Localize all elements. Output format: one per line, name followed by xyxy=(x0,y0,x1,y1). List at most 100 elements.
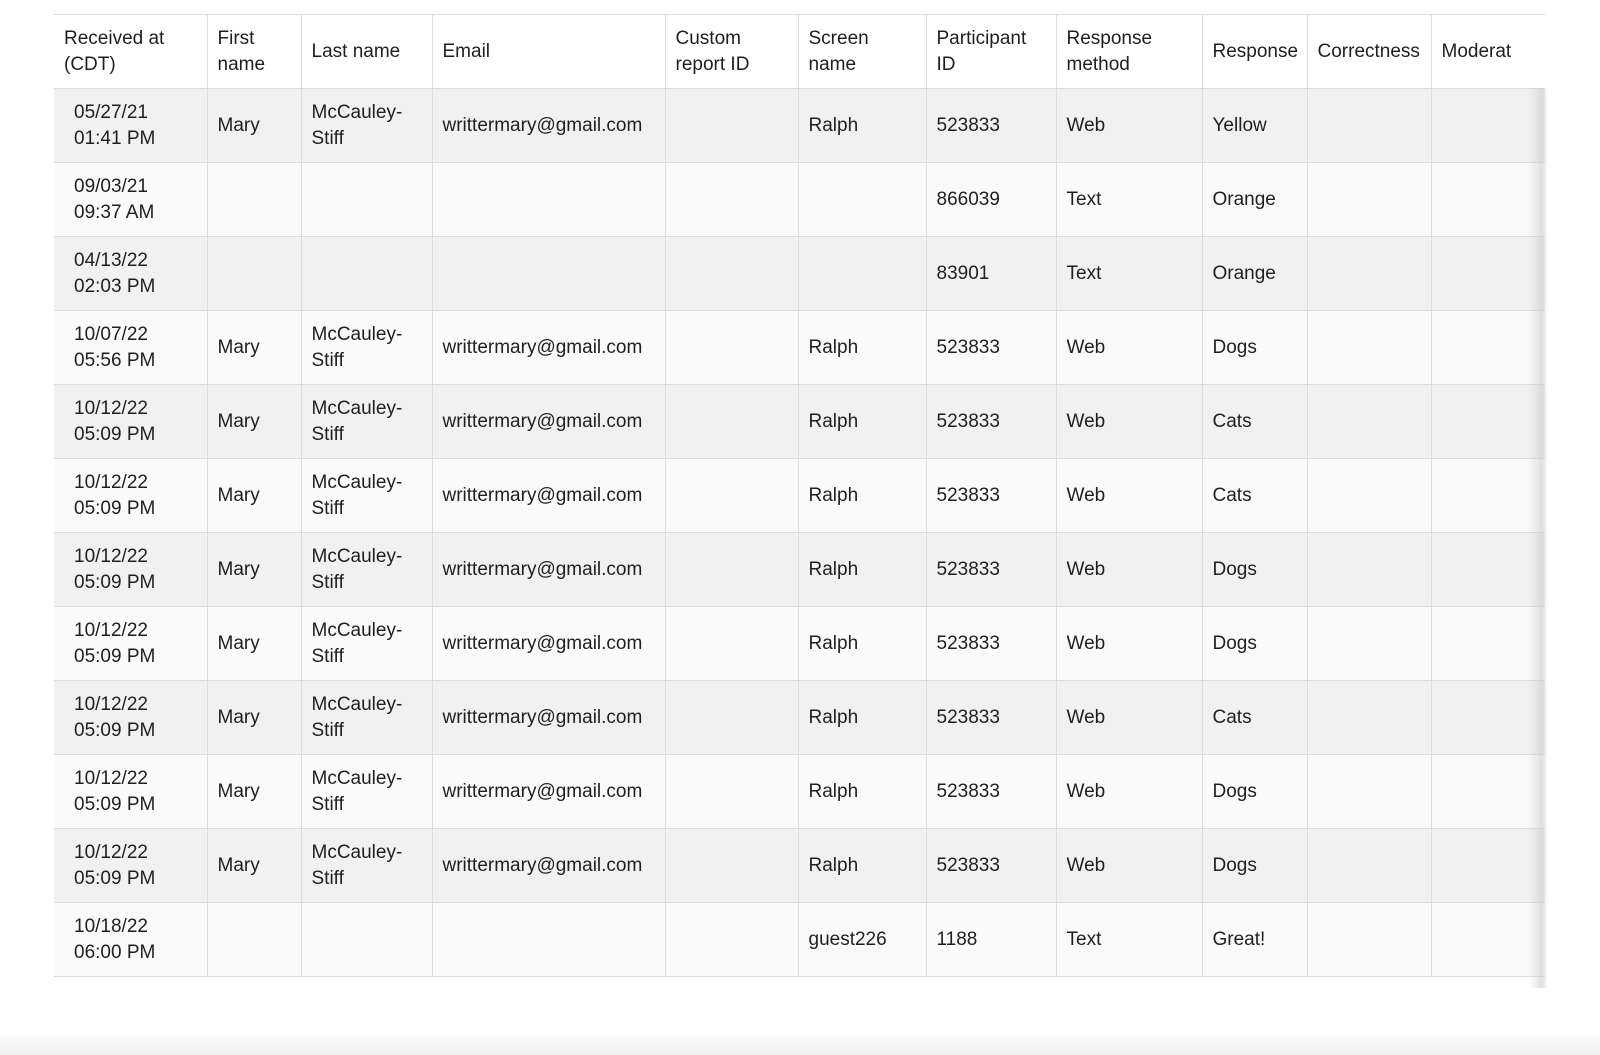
cell-last-name: McCauley-Stiff xyxy=(301,828,433,903)
cell-screen-name: Ralph xyxy=(798,828,927,903)
cell-screen-name: Ralph xyxy=(798,310,927,385)
cell-received-at: 05/27/21 01:41 PM xyxy=(54,88,208,163)
cell-participant-id: 523833 xyxy=(926,680,1057,755)
cell-screen-name: Ralph xyxy=(798,606,927,681)
cell-response: Yellow xyxy=(1202,88,1308,163)
cell-received-at: 10/12/22 05:09 PM xyxy=(54,384,208,459)
cell-participant-id: 83901 xyxy=(926,236,1057,311)
cell-last-name: McCauley-Stiff xyxy=(301,532,433,607)
cell-response: Dogs xyxy=(1202,532,1308,607)
cell-moderation xyxy=(1431,162,1545,237)
cell-first-name: Mary xyxy=(207,384,302,459)
cell-screen-name: Ralph xyxy=(798,680,927,755)
column-header-screen-name[interactable]: Screen name xyxy=(798,14,927,89)
cell-participant-id: 523833 xyxy=(926,310,1057,385)
cell-email xyxy=(432,902,666,977)
cell-last-name xyxy=(301,236,433,311)
table-row[interactable]: 10/07/22 05:56 PM Mary McCauley-Stiff writt… xyxy=(54,310,1545,385)
cell-moderation xyxy=(1431,236,1545,311)
cell-participant-id: 523833 xyxy=(926,458,1057,533)
column-header-label: Screen name xyxy=(808,27,869,75)
cell-correctness xyxy=(1307,754,1432,829)
column-header-response-method[interactable]: Response method xyxy=(1056,14,1203,89)
cell-last-name: McCauley-Stiff xyxy=(301,310,433,385)
cell-custom-report-id xyxy=(665,458,799,533)
table-row[interactable]: 10/18/22 06:00 PM guest226 1188 Text Great! xyxy=(54,902,1545,977)
cell-participant-id: 523833 xyxy=(926,532,1057,607)
table-row[interactable]: 04/13/22 02:03 PM 83901 Text Orange xyxy=(54,236,1545,311)
column-header-participant-id[interactable]: Participant ID xyxy=(926,14,1057,89)
cell-email: writtermary@gmail.com xyxy=(432,754,666,829)
cell-response-method: Web xyxy=(1056,458,1203,533)
table-row[interactable]: 10/12/22 05:09 PM Mary McCauley-Stiff writt… xyxy=(54,828,1545,903)
table-row[interactable]: 10/12/22 05:09 PM Mary McCauley-Stiff writt… xyxy=(54,680,1545,755)
table-row[interactable]: 10/12/22 05:09 PM Mary McCauley-Stiff writt… xyxy=(54,384,1545,459)
cell-response: Dogs xyxy=(1202,310,1308,385)
cell-response: Dogs xyxy=(1202,828,1308,903)
column-header-custom-report-id[interactable]: Custom report ID xyxy=(665,14,799,89)
table-row[interactable]: 10/12/22 05:09 PM Mary McCauley-Stiff writt… xyxy=(54,458,1545,533)
cell-email: writtermary@gmail.com xyxy=(432,88,666,163)
column-header-label: Last name xyxy=(311,40,401,62)
cell-email xyxy=(432,236,666,311)
cell-last-name: McCauley-Stiff xyxy=(301,458,433,533)
cell-custom-report-id xyxy=(665,384,799,459)
cell-first-name xyxy=(207,902,302,977)
cell-screen-name xyxy=(798,162,927,237)
cell-screen-name: Ralph xyxy=(798,754,927,829)
cell-participant-id: 523833 xyxy=(926,384,1057,459)
cell-last-name: McCauley-Stiff xyxy=(301,606,433,681)
cell-response-method: Web xyxy=(1056,828,1203,903)
cell-response-method: Web xyxy=(1056,606,1203,681)
cell-response: Orange xyxy=(1202,236,1308,311)
cell-response-method: Web xyxy=(1056,88,1203,163)
column-header-label: Participant ID xyxy=(936,27,1027,75)
cell-correctness xyxy=(1307,606,1432,681)
cell-response: Cats xyxy=(1202,384,1308,459)
cell-correctness xyxy=(1307,236,1432,311)
cell-last-name: McCauley-Stiff xyxy=(301,88,433,163)
cell-first-name xyxy=(207,162,302,237)
cell-received-at: 10/12/22 05:09 PM xyxy=(54,828,208,903)
cell-response-method: Web xyxy=(1056,310,1203,385)
cell-moderation xyxy=(1431,902,1545,977)
table-row[interactable]: 05/27/21 01:41 PM Mary McCauley-Stiff writt… xyxy=(54,88,1545,163)
cell-moderation xyxy=(1431,532,1545,607)
table-row[interactable]: 10/12/22 05:09 PM Mary McCauley-Stiff writt… xyxy=(54,754,1545,829)
cell-participant-id: 1188 xyxy=(926,902,1057,977)
cell-first-name: Mary xyxy=(207,828,302,903)
cell-first-name xyxy=(207,236,302,311)
cell-custom-report-id xyxy=(665,680,799,755)
cell-custom-report-id xyxy=(665,754,799,829)
cell-moderation xyxy=(1431,754,1545,829)
cell-custom-report-id xyxy=(665,88,799,163)
column-header-email[interactable]: Email xyxy=(432,14,666,89)
cell-first-name: Mary xyxy=(207,532,302,607)
column-header-correctness[interactable]: Correctness xyxy=(1307,14,1432,89)
column-header-received-at[interactable]: Received at (CDT) xyxy=(54,14,208,89)
cell-received-at: 04/13/22 02:03 PM xyxy=(54,236,208,311)
column-header-last-name[interactable]: Last name xyxy=(301,14,433,89)
cell-response-method: Web xyxy=(1056,680,1203,755)
cell-moderation xyxy=(1431,384,1545,459)
cell-response-method: Web xyxy=(1056,532,1203,607)
cell-correctness xyxy=(1307,532,1432,607)
column-header-response[interactable]: Response xyxy=(1202,14,1308,89)
cell-screen-name xyxy=(798,236,927,311)
column-header-first-name[interactable]: First name xyxy=(207,14,302,89)
cell-first-name: Mary xyxy=(207,458,302,533)
table-row[interactable]: 10/12/22 05:09 PM Mary McCauley-Stiff writt… xyxy=(54,532,1545,607)
column-header-moderation[interactable]: Moderat xyxy=(1431,14,1545,89)
cell-first-name: Mary xyxy=(207,680,302,755)
cell-screen-name: guest226 xyxy=(798,902,927,977)
cell-response: Dogs xyxy=(1202,606,1308,681)
cell-received-at: 10/12/22 05:09 PM xyxy=(54,458,208,533)
table-row[interactable]: 10/12/22 05:09 PM Mary McCauley-Stiff writt… xyxy=(54,606,1545,681)
cell-response: Cats xyxy=(1202,680,1308,755)
cell-received-at: 09/03/21 09:37 AM xyxy=(54,162,208,237)
responses-table-container[interactable]: Received at (CDT) First name Last name E… xyxy=(54,14,1545,989)
cell-email: writtermary@gmail.com xyxy=(432,532,666,607)
table-row[interactable]: 09/03/21 09:37 AM 866039 Text Orange xyxy=(54,162,1545,237)
cell-last-name xyxy=(301,162,433,237)
cell-response-method: Text xyxy=(1056,236,1203,311)
